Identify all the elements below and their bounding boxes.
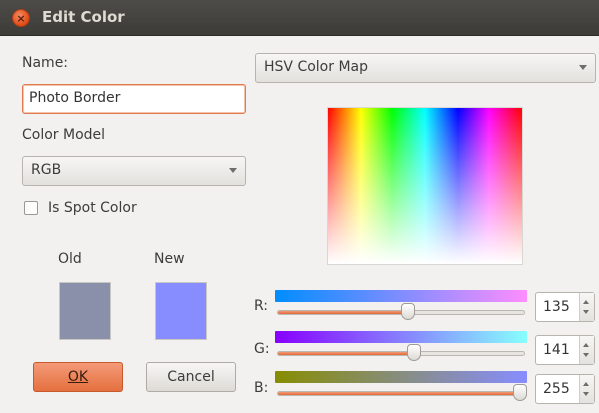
b-slider-fill bbox=[278, 392, 524, 395]
g-channel-gradient bbox=[275, 331, 527, 343]
spin-up-icon[interactable] bbox=[583, 343, 589, 347]
spin-down-icon[interactable] bbox=[583, 353, 589, 357]
r-spinner-buttons bbox=[579, 293, 594, 321]
r-channel-label: R: bbox=[254, 298, 269, 314]
chevron-down-icon bbox=[579, 65, 587, 70]
spot-color-label: Is Spot Color bbox=[48, 200, 137, 216]
close-icon[interactable]: × bbox=[12, 9, 30, 27]
color-map-value: HSV Color Map bbox=[264, 59, 368, 75]
spin-down-icon[interactable] bbox=[583, 310, 589, 314]
cancel-button[interactable]: Cancel bbox=[146, 362, 236, 392]
b-slider-thumb[interactable] bbox=[513, 384, 527, 401]
chevron-down-icon bbox=[229, 168, 237, 173]
r-slider-fill bbox=[278, 311, 409, 314]
spin-up-icon[interactable] bbox=[583, 382, 589, 386]
color-model-label: Color Model bbox=[22, 127, 106, 143]
spin-down-icon[interactable] bbox=[583, 392, 589, 396]
g-value-spinner[interactable]: 141 bbox=[535, 335, 595, 365]
old-label: Old bbox=[58, 251, 82, 267]
cancel-button-label: Cancel bbox=[167, 369, 215, 385]
name-field[interactable]: Photo Border bbox=[22, 84, 246, 114]
g-value: 141 bbox=[543, 342, 570, 358]
r-channel-gradient bbox=[275, 290, 527, 302]
color-model-select[interactable]: RGB bbox=[22, 156, 246, 186]
b-channel-gradient bbox=[275, 371, 527, 383]
new-label: New bbox=[154, 251, 185, 267]
ok-button[interactable]: OK bbox=[33, 362, 123, 392]
b-spinner-buttons bbox=[579, 375, 594, 403]
g-slider-fill bbox=[278, 352, 415, 355]
g-slider-thumb[interactable] bbox=[407, 344, 422, 361]
spin-up-icon[interactable] bbox=[583, 300, 589, 304]
new-color-swatch bbox=[155, 282, 207, 340]
color-map-select[interactable]: HSV Color Map bbox=[255, 53, 596, 83]
old-color-swatch bbox=[59, 282, 111, 340]
b-channel-label: B: bbox=[254, 380, 269, 396]
g-spinner-buttons bbox=[579, 336, 594, 364]
g-channel-label: G: bbox=[254, 341, 270, 357]
close-glyph: × bbox=[16, 11, 26, 25]
r-value: 135 bbox=[543, 299, 570, 315]
name-label: Name: bbox=[22, 55, 69, 71]
hsv-color-map[interactable] bbox=[327, 107, 523, 265]
g-slider-track[interactable] bbox=[277, 351, 525, 356]
window-title: Edit Color bbox=[42, 8, 125, 26]
spot-color-checkbox[interactable] bbox=[24, 201, 38, 215]
r-value-spinner[interactable]: 135 bbox=[535, 292, 595, 322]
b-slider-track[interactable] bbox=[277, 391, 525, 396]
ok-button-label: OK bbox=[67, 369, 89, 385]
title-bar: × Edit Color bbox=[0, 0, 599, 36]
r-slider-thumb[interactable] bbox=[401, 303, 416, 320]
b-value-spinner[interactable]: 255 bbox=[535, 374, 595, 404]
color-model-value: RGB bbox=[31, 162, 62, 178]
b-value: 255 bbox=[543, 381, 570, 397]
